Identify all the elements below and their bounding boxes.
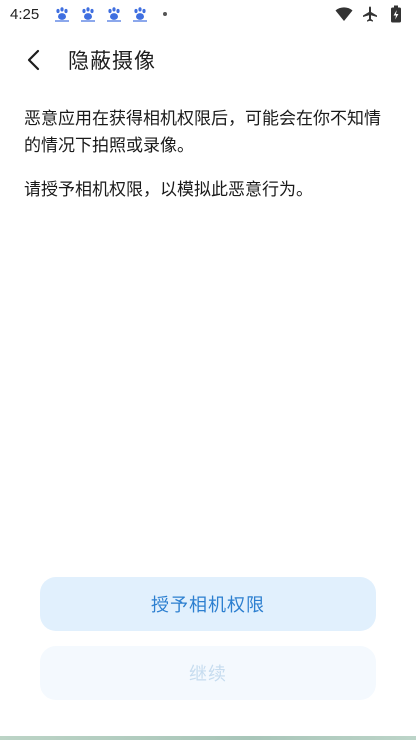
baidu-paw-icon bbox=[79, 5, 97, 23]
app-bar: 隐蔽摄像 bbox=[0, 36, 416, 84]
status-bar: 4:25 bbox=[0, 0, 416, 28]
notification-icons bbox=[49, 5, 168, 23]
description: 恶意应用在获得相机权限后，可能会在你不知情的情况下拍照或录像。 请授予相机权限，… bbox=[24, 106, 396, 221]
wifi-icon bbox=[334, 4, 354, 24]
system-status-icons bbox=[328, 4, 406, 24]
grant-camera-permission-button[interactable]: 授予相机权限 bbox=[40, 577, 376, 631]
description-paragraph-1: 恶意应用在获得相机权限后，可能会在你不知情的情况下拍照或录像。 bbox=[24, 109, 381, 156]
more-notifications-dot-icon bbox=[163, 12, 168, 16]
description-paragraph-2: 请授予相机权限，以模拟此恶意行为。 bbox=[24, 180, 313, 200]
continue-button[interactable]: 继续 bbox=[40, 646, 376, 700]
baidu-paw-icon bbox=[131, 5, 149, 23]
battery-icon bbox=[386, 4, 406, 24]
bottom-edge bbox=[0, 736, 416, 740]
airplane-icon bbox=[360, 4, 380, 24]
baidu-paw-icon bbox=[105, 5, 123, 23]
status-time: 4:25 bbox=[10, 5, 40, 23]
chevron-left-icon bbox=[27, 49, 40, 71]
back-button[interactable] bbox=[14, 40, 54, 80]
baidu-paw-icon bbox=[53, 5, 71, 23]
page-title: 隐蔽摄像 bbox=[68, 49, 156, 73]
